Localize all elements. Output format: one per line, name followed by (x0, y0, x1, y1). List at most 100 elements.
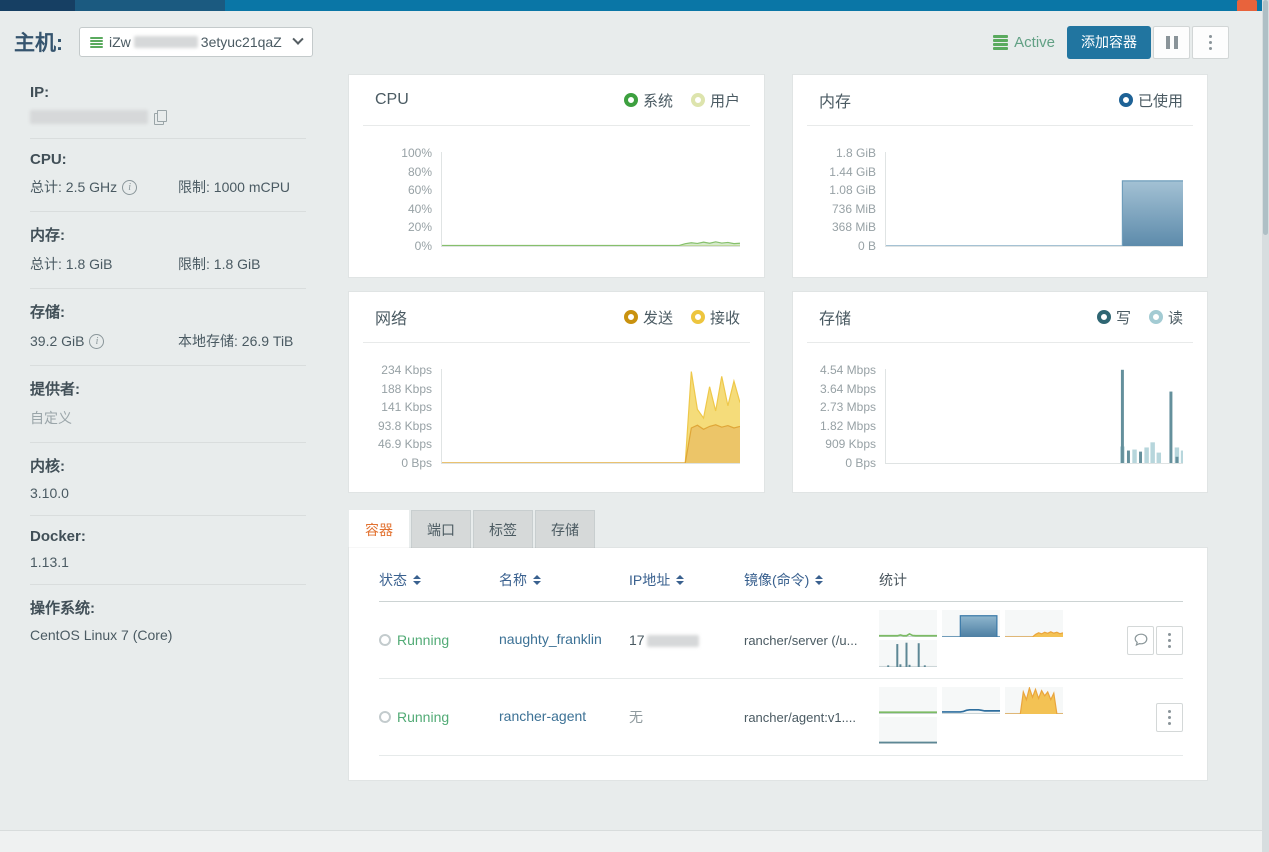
legend-ring-icon (690, 310, 705, 324)
memory-chart-plot (885, 152, 1183, 247)
network-sparkline (1005, 610, 1063, 637)
chart-title: CPU (375, 91, 409, 108)
kebab-menu-icon (1209, 34, 1212, 50)
info-label: 存储: (30, 304, 65, 321)
page-header: 主机: iZw 3etyuc21qaZ Active 添加容器 (14, 24, 1229, 60)
storage-sparkline (879, 717, 937, 744)
legend-item-receive: 接收 (690, 307, 740, 328)
legend-ring-icon (623, 310, 638, 324)
legend-item-user: 用户 (690, 90, 740, 111)
info-label: IP: (30, 84, 50, 101)
storage-local: 本地存储: 26.9 TiB (178, 333, 294, 349)
tab-labels[interactable]: 标签 (473, 510, 533, 548)
cpu-limit: 限制: 1000 mCPU (178, 179, 291, 195)
info-icon[interactable] (122, 179, 138, 195)
status-circle-icon (379, 711, 391, 723)
kernel-value: 3.10.0 (30, 485, 69, 501)
tab-ports[interactable]: 端口 (411, 510, 471, 548)
info-section-provider: 提供者: 自定义 (30, 366, 306, 443)
container-image: rancher/server (/u... (744, 632, 858, 648)
memory-limit: 限制: 1.8 GiB (178, 256, 261, 272)
container-ip: 17 (629, 632, 744, 648)
info-section-cpu: CPU: 总计: 2.5 GHz 限制: 1000 mCPU (30, 139, 306, 212)
container-row: Running naughty_franklin 17 rancher/serv… (379, 602, 1183, 679)
cpu-chart-card: CPU 系统 用户 100% 80% 60% 40% 20% 0% (349, 75, 764, 277)
info-label: 内核: (30, 458, 65, 475)
pause-host-button[interactable] (1153, 25, 1190, 59)
y-axis-labels: 100% 80% 60% 40% 20% 0% (401, 146, 432, 253)
cpu-sparkline (879, 610, 937, 637)
vertical-scrollbar[interactable] (1262, 0, 1269, 852)
copy-icon[interactable] (154, 110, 167, 125)
y-axis-labels: 4.54 Mbps 3.64 Mbps 2.73 Mbps 1.82 Mbps 909 … (819, 363, 876, 470)
network-chart-card: 网络 发送 接收 234 Kbps 188 Kbps 141 Kbps 93.8 Kb… (349, 292, 764, 492)
tab-containers[interactable]: 容器 (349, 510, 409, 548)
container-name-link[interactable]: naughty_franklin (499, 631, 602, 647)
tab-storage[interactable]: 存储 (535, 510, 595, 548)
network-chart-plot (441, 369, 740, 464)
legend-item-send: 发送 (623, 307, 673, 328)
info-section-storage: 存储: 39.2 GiB 本地存储: 26.9 TiB (30, 289, 306, 366)
cpu-total: 总计: 2.5 GHz (30, 179, 118, 195)
chart-legend: 已使用 (1118, 90, 1183, 111)
host-name-prefix: iZw (109, 34, 131, 50)
scrollbar-thumb[interactable] (1263, 0, 1268, 235)
y-axis-labels: 234 Kbps 188 Kbps 141 Kbps 93.8 Kbps 46.9 Kb… (377, 363, 432, 470)
storage-total: 39.2 GiB (30, 333, 85, 349)
tab-bar: 容器 端口 标签 存储 (349, 510, 1207, 548)
top-nav-segment-menu (75, 0, 225, 11)
memory-chart-card: 内存 已使用 1.8 GiB 1.44 GiB 1.08 GiB 736 MiB 368… (793, 75, 1207, 277)
memory-total: 总计: 1.8 GiB (30, 256, 113, 272)
container-stats-sparklines (879, 687, 1075, 747)
cpu-sparkline (879, 687, 937, 714)
column-header-status[interactable]: 状态 (379, 570, 499, 590)
info-section-memory: 内存: 总计: 1.8 GiB 限制: 1.8 GiB (30, 212, 306, 289)
column-header-ip[interactable]: IP地址 (629, 570, 744, 590)
containers-tab-content: 状态 名称 IP地址 镜像(命令) 统计 Running naughty_fra… (349, 548, 1207, 780)
ip-redacted-value (30, 110, 148, 124)
info-icon[interactable] (89, 333, 105, 349)
legend-item-used: 已使用 (1118, 90, 1183, 111)
column-header-image[interactable]: 镜像(命令) (744, 570, 879, 590)
kebab-menu-icon (1168, 709, 1171, 725)
container-ip: 无 (629, 709, 643, 725)
column-header-name[interactable]: 名称 (499, 570, 629, 590)
row-menu-button[interactable] (1156, 625, 1183, 655)
host-detail-page: 主机: iZw 3etyuc21qaZ Active 添加容器 IP: CPU:… (0, 0, 1269, 852)
page-footer (0, 830, 1262, 852)
chevron-down-icon (292, 33, 304, 45)
sort-icon (815, 574, 824, 585)
docker-value: 1.13.1 (30, 554, 69, 570)
legend-ring-icon (1096, 310, 1111, 324)
speech-bubble-icon (1134, 633, 1147, 647)
host-name-suffix: 3etyuc21qaZ (200, 34, 282, 50)
console-button[interactable] (1127, 625, 1154, 655)
status-badge: Active (993, 34, 1055, 51)
memory-sparkline (942, 687, 1000, 714)
info-label: 操作系统: (30, 600, 95, 617)
y-axis-labels: 1.8 GiB 1.44 GiB 1.08 GiB 736 MiB 368 MiB 0 B (829, 146, 876, 253)
add-container-button[interactable]: 添加容器 (1067, 25, 1151, 59)
info-section-os: 操作系统: CentOS Linux 7 (Core) (30, 585, 306, 657)
user-avatar[interactable] (1237, 0, 1257, 11)
top-nav-segment-logo (0, 0, 75, 11)
os-value: CentOS Linux 7 (Core) (30, 627, 173, 643)
chart-legend: 系统 用户 (623, 90, 740, 111)
sort-icon (533, 574, 541, 585)
legend-item-write: 写 (1096, 307, 1131, 328)
status-circle-icon (379, 634, 391, 646)
legend-ring-icon (1148, 310, 1163, 324)
host-selector-dropdown[interactable]: iZw 3etyuc21qaZ (79, 27, 313, 57)
host-menu-button[interactable] (1192, 25, 1229, 59)
column-header-stats: 统计 (879, 571, 907, 588)
info-section-docker: Docker: 1.13.1 (30, 516, 306, 585)
row-menu-button[interactable] (1156, 702, 1183, 732)
info-label: 内存: (30, 227, 65, 244)
chart-title: 内存 (819, 94, 852, 111)
container-status: Running (379, 632, 499, 648)
kebab-menu-icon (1168, 632, 1171, 648)
sort-icon (413, 574, 421, 585)
host-stack-icon (90, 36, 103, 48)
storage-chart-plot (885, 369, 1183, 464)
container-name-link[interactable]: rancher-agent (499, 708, 586, 724)
